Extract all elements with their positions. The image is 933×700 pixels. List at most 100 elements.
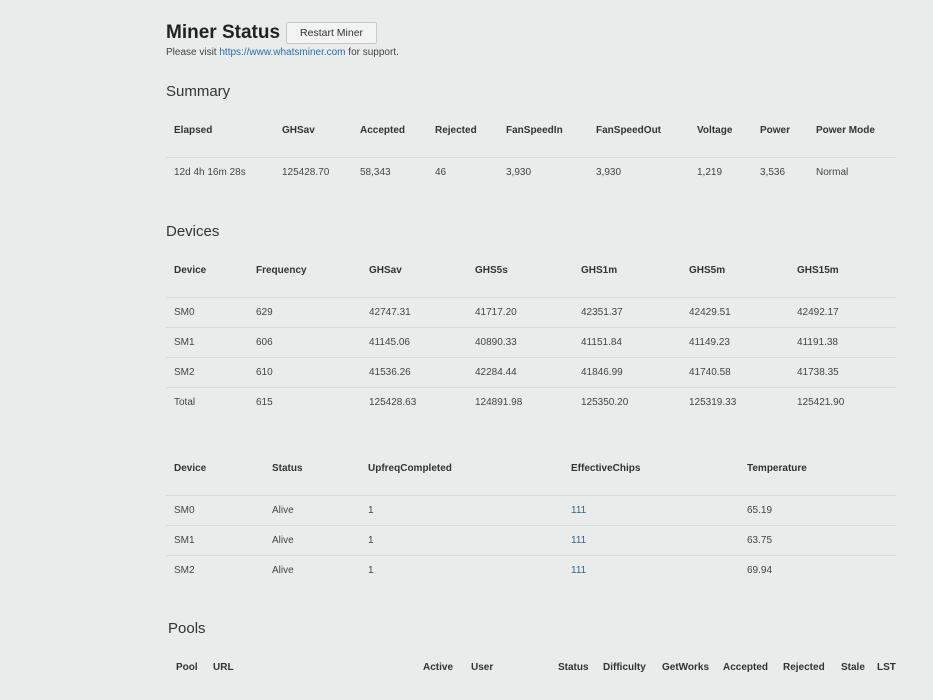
device-status-header-row: Device Status UpfreqCompleted EffectiveC… [166, 453, 896, 483]
pools-col-lst: LST [877, 661, 896, 673]
ghs1m-cell: 125350.20 [573, 386, 681, 417]
frequency-cell: 610 [248, 356, 361, 387]
devices-col-frequency: Frequency [256, 264, 307, 276]
summary-col-fanspeedout: FanSpeedOut [596, 124, 662, 136]
status-col-temperature: Temperature [747, 462, 807, 474]
ghsav-cell: 42747.31 [361, 296, 467, 327]
devices-col-ghs5m: GHS5m [689, 264, 726, 276]
table-row: SM0 Alive 1 111 65.19 [166, 494, 896, 525]
pools-header-row: Pool URL Active User Status Difficulty G… [168, 652, 908, 682]
pools-col-rejected: Rejected [783, 661, 825, 673]
pools-col-getworks: GetWorks [662, 661, 710, 673]
devices-col-ghs1m: GHS1m [581, 264, 618, 276]
summary-col-fanspeedin: FanSpeedIn [506, 124, 563, 136]
pools-table: Pool URL Active User Status Difficulty G… [168, 652, 908, 682]
summary-col-elapsed: Elapsed [174, 124, 213, 136]
temperature-cell: 65.19 [739, 494, 896, 525]
pools-title: Pools [168, 620, 206, 637]
device-cell: SM2 [166, 356, 248, 387]
device-cell: SM1 [166, 326, 248, 357]
devices-table: Device Frequency GHSav GHS5s GHS1m GHS5m… [166, 255, 896, 417]
ghs5s-cell: 41717.20 [467, 296, 573, 327]
temperature-cell: 63.75 [739, 524, 896, 555]
summary-fanspeedout: 3,930 [588, 156, 689, 187]
summary-fanspeedin: 3,930 [498, 156, 588, 187]
pools-col-difficulty: Difficulty [603, 661, 646, 673]
summary-accepted: 58,343 [352, 156, 427, 187]
status-cell: Alive [264, 524, 360, 555]
summary-elapsed: 12d 4h 16m 28s [166, 156, 274, 187]
table-row: SM1 Alive 1 111 63.75 [166, 524, 896, 555]
support-suffix: for support. [345, 47, 399, 58]
ghs5m-cell: 125319.33 [681, 386, 789, 417]
ghsav-cell: 41145.06 [361, 326, 467, 357]
ghs1m-cell: 42351.37 [573, 296, 681, 327]
ghs15m-cell: 125421.90 [789, 386, 896, 417]
upfreq-cell: 1 [360, 494, 563, 525]
ghsav-cell: 125428.63 [361, 386, 467, 417]
summary-col-voltage: Voltage [697, 124, 733, 136]
ghs15m-cell: 41738.35 [789, 356, 896, 387]
device-status-table: Device Status UpfreqCompleted EffectiveC… [166, 453, 896, 585]
devices-col-ghs5s: GHS5s [475, 264, 508, 276]
chips-cell: 111 [563, 524, 739, 555]
support-prefix: Please visit [166, 47, 220, 58]
pools-col-pool: Pool [176, 661, 198, 673]
pools-col-status: Status [558, 661, 589, 673]
table-row: SM2 610 41536.26 42284.44 41846.99 41740… [166, 356, 896, 387]
ghs5s-cell: 40890.33 [467, 326, 573, 357]
device-cell: SM0 [166, 296, 248, 327]
status-col-upfreq: UpfreqCompleted [368, 462, 452, 474]
ghs5s-cell: 124891.98 [467, 386, 573, 417]
ghs15m-cell: 42492.17 [789, 296, 896, 327]
devices-col-ghsav: GHSav [369, 264, 402, 276]
status-cell: Alive [264, 494, 360, 525]
ghs15m-cell: 41191.38 [789, 326, 896, 357]
summary-voltage: 1,219 [689, 156, 752, 187]
summary-rejected: 46 [427, 156, 498, 187]
status-col-device: Device [174, 462, 207, 474]
summary-table: Elapsed GHSav Accepted Rejected FanSpeed… [166, 115, 896, 187]
device-cell: Total [166, 386, 248, 417]
summary-power-mode: Normal [808, 156, 896, 187]
summary-header-row: Elapsed GHSav Accepted Rejected FanSpeed… [166, 115, 896, 145]
pools-col-stale: Stale [841, 661, 865, 673]
temperature-cell: 69.94 [739, 554, 896, 585]
chips-cell: 111 [563, 554, 739, 585]
summary-col-power: Power [760, 124, 791, 136]
restart-miner-button[interactable]: Restart Miner [286, 22, 378, 44]
chips-cell: 111 [563, 494, 739, 525]
table-row-total: Total 615 125428.63 124891.98 125350.20 … [166, 386, 896, 417]
table-row: SM1 606 41145.06 40890.33 41151.84 41149… [166, 326, 896, 357]
devices-header-row: Device Frequency GHSav GHS5s GHS1m GHS5m… [166, 255, 896, 285]
status-col-effective-chips: EffectiveChips [571, 462, 641, 474]
devices-col-ghs15m: GHS15m [797, 264, 839, 276]
summary-ghsav: 125428.70 [274, 156, 352, 187]
summary-title: Summary [166, 83, 231, 100]
support-link[interactable]: https://www.whatsminer.com [219, 47, 345, 58]
ghs5m-cell: 41149.23 [681, 326, 789, 357]
frequency-cell: 606 [248, 326, 361, 357]
ghsav-cell: 41536.26 [361, 356, 467, 387]
pools-col-url: URL [213, 661, 234, 673]
frequency-cell: 629 [248, 296, 361, 327]
device-cell: SM1 [166, 524, 264, 555]
ghs1m-cell: 41151.84 [573, 326, 681, 357]
upfreq-cell: 1 [360, 524, 563, 555]
table-row: 12d 4h 16m 28s 125428.70 58,343 46 3,930… [166, 156, 896, 187]
frequency-cell: 615 [248, 386, 361, 417]
pools-col-user: User [471, 661, 494, 673]
pools-col-active: Active [423, 661, 454, 673]
support-text: Please visit https://www.whatsminer.com … [166, 47, 901, 58]
summary-col-ghsav: GHSav [282, 124, 315, 136]
status-cell: Alive [264, 554, 360, 585]
summary-col-accepted: Accepted [360, 124, 406, 136]
summary-col-rejected: Rejected [435, 124, 477, 136]
devices-title: Devices [166, 223, 220, 240]
device-cell: SM2 [166, 554, 264, 585]
table-row: SM2 Alive 1 111 69.94 [166, 554, 896, 585]
ghs5m-cell: 42429.51 [681, 296, 789, 327]
device-cell: SM0 [166, 494, 264, 525]
page-title: Miner Status [166, 22, 281, 43]
title-row: Miner Status Restart Miner [166, 22, 901, 44]
